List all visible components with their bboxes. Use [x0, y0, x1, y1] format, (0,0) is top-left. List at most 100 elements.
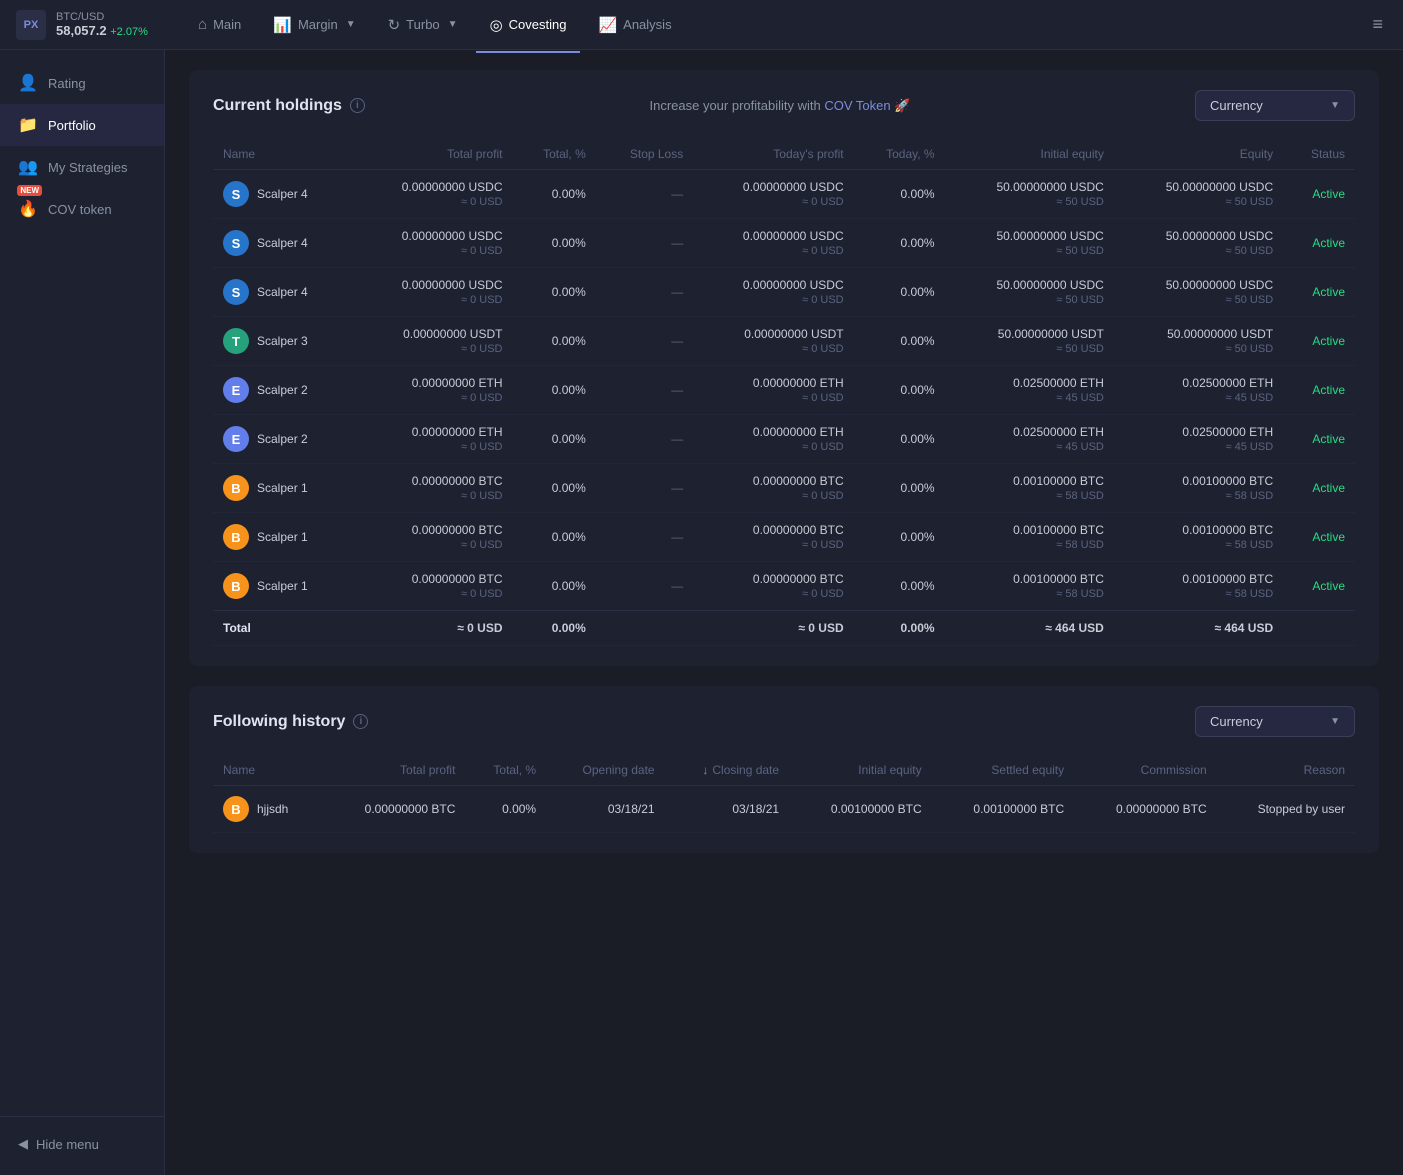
cell-today-profit: 0.00000000 BTC ≈ 0 USD	[693, 464, 853, 513]
col-init-equity: Initial equity	[945, 139, 1114, 170]
cov-token-icon: 🔥NEW	[18, 199, 38, 219]
currency-select-holdings[interactable]: Currency ▼	[1195, 90, 1355, 121]
current-holdings-info-icon[interactable]: i	[350, 98, 365, 113]
nav-item-turbo[interactable]: ↻ Turbo ▼	[374, 10, 472, 40]
strategy-name: Scalper 4	[257, 187, 308, 201]
sidebar-bottom: ◀ Hide menu	[0, 1116, 164, 1163]
coin-icon: T	[223, 328, 249, 354]
hide-menu-button[interactable]: ◀ Hide menu	[0, 1125, 164, 1163]
cell-today-pct: 0.00%	[854, 366, 945, 415]
cell-status: Active	[1283, 170, 1355, 219]
cell-equity: 50.00000000 USDC ≈ 50 USD	[1114, 170, 1283, 219]
nav-right: ≡	[1368, 14, 1387, 35]
cell-name: B Scalper 1	[213, 562, 352, 611]
col-stop-loss: Stop Loss	[596, 139, 693, 170]
cell-total-profit: 0.00000000 BTC ≈ 0 USD	[352, 464, 512, 513]
table-row: B Scalper 1 0.00000000 BTC ≈ 0 USD 0.00%…	[213, 513, 1355, 562]
table-row: E Scalper 2 0.00000000 ETH ≈ 0 USD 0.00%…	[213, 366, 1355, 415]
cell-name: E Scalper 2	[213, 415, 352, 464]
total-stop-loss	[596, 611, 693, 646]
nav-item-covesting[interactable]: ◎ Covesting	[476, 10, 581, 40]
logo-area: PX BTC/USD 58,057.2 +2.07%	[16, 10, 176, 40]
layout: 👤 Rating 📁 Portfolio 👥 My Strategies 🔥NE…	[0, 50, 1403, 1175]
hist-cell-commission: 0.00000000 BTC	[1074, 786, 1217, 833]
cell-status: Active	[1283, 268, 1355, 317]
hist-col-closing-date: ↓Closing date	[665, 755, 789, 786]
current-holdings-thead: Name Total profit Total, % Stop Loss Tod…	[213, 139, 1355, 170]
following-history-header: Following history i Currency ▼	[213, 706, 1355, 737]
strategy-name: Scalper 1	[257, 530, 308, 544]
cell-equity: 50.00000000 USDT ≈ 50 USD	[1114, 317, 1283, 366]
covesting-icon: ◎	[490, 16, 503, 34]
cell-today-profit: 0.00000000 ETH ≈ 0 USD	[693, 415, 853, 464]
cell-init-equity: 50.00000000 USDC ≈ 50 USD	[945, 170, 1114, 219]
col-equity: Equity	[1114, 139, 1283, 170]
btc-info: BTC/USD 58,057.2 +2.07%	[56, 11, 148, 38]
chevron-left-icon: ◀	[18, 1136, 28, 1152]
chevron-down-icon-currency: ▼	[1330, 100, 1340, 111]
following-history-info-icon[interactable]: i	[353, 714, 368, 729]
chevron-down-icon-turbo: ▼	[448, 19, 458, 30]
sidebar-item-portfolio[interactable]: 📁 Portfolio	[0, 104, 164, 146]
cell-total-pct: 0.00%	[512, 317, 595, 366]
hist-col-commission: Commission	[1074, 755, 1217, 786]
coin-icon: S	[223, 279, 249, 305]
nav-label-analysis: Analysis	[623, 17, 671, 32]
current-holdings-tbody: S Scalper 4 0.00000000 USDC ≈ 0 USD 0.00…	[213, 170, 1355, 646]
cell-today-pct: 0.00%	[854, 513, 945, 562]
cell-stop-loss: —	[596, 366, 693, 415]
hist-col-settled-equity: Settled equity	[932, 755, 1075, 786]
cell-name: S Scalper 4	[213, 219, 352, 268]
total-row: Total ≈ 0 USD 0.00% ≈ 0 USD 0.00% ≈ 464 …	[213, 611, 1355, 646]
cell-init-equity: 0.00100000 BTC ≈ 58 USD	[945, 513, 1114, 562]
nav-label-main: Main	[213, 17, 241, 32]
cell-init-equity: 0.00100000 BTC ≈ 58 USD	[945, 562, 1114, 611]
total-profit: ≈ 0 USD	[352, 611, 512, 646]
cell-stop-loss: —	[596, 562, 693, 611]
cov-token-link[interactable]: COV Token	[824, 98, 894, 113]
cell-today-profit: 0.00000000 USDC ≈ 0 USD	[693, 268, 853, 317]
cell-total-profit: 0.00000000 USDT ≈ 0 USD	[352, 317, 512, 366]
coin-icon: S	[223, 181, 249, 207]
cell-name: S Scalper 4	[213, 170, 352, 219]
nav-item-main[interactable]: ⌂ Main	[184, 10, 255, 39]
sidebar-item-rating[interactable]: 👤 Rating	[0, 62, 164, 104]
hamburger-icon[interactable]: ≡	[1368, 10, 1387, 38]
cell-stop-loss: —	[596, 513, 693, 562]
cell-today-profit: 0.00000000 BTC ≈ 0 USD	[693, 562, 853, 611]
currency-select-history[interactable]: Currency ▼	[1195, 706, 1355, 737]
cell-equity: 0.00100000 BTC ≈ 58 USD	[1114, 464, 1283, 513]
cell-init-equity: 0.02500000 ETH ≈ 45 USD	[945, 366, 1114, 415]
main-content: Current holdings i Increase your profita…	[165, 50, 1403, 1175]
turbo-icon: ↻	[388, 16, 401, 34]
btc-price: 58,057.2	[56, 23, 107, 38]
coin-icon: S	[223, 230, 249, 256]
following-history-card: Following history i Currency ▼ Name Tota…	[189, 686, 1379, 853]
cell-status: Active	[1283, 464, 1355, 513]
cell-stop-loss: —	[596, 219, 693, 268]
hist-cell-total-profit: 0.00000000 BTC	[323, 786, 466, 833]
total-today-pct: 0.00%	[854, 611, 945, 646]
cell-today-pct: 0.00%	[854, 170, 945, 219]
nav-item-margin[interactable]: 📊 Margin ▼	[259, 10, 369, 40]
cell-total-pct: 0.00%	[512, 464, 595, 513]
logo-icon[interactable]: PX	[16, 10, 46, 40]
sidebar-item-cov-token[interactable]: 🔥NEW COV token	[0, 188, 164, 230]
portfolio-icon: 📁	[18, 115, 38, 135]
hist-col-name: Name	[213, 755, 323, 786]
cell-equity: 50.00000000 USDC ≈ 50 USD	[1114, 219, 1283, 268]
hist-cell-closing-date: 03/18/21	[665, 786, 789, 833]
cell-total-profit: 0.00000000 BTC ≈ 0 USD	[352, 513, 512, 562]
table-row: B Scalper 1 0.00000000 BTC ≈ 0 USD 0.00%…	[213, 562, 1355, 611]
cell-name: E Scalper 2	[213, 366, 352, 415]
cell-status: Active	[1283, 366, 1355, 415]
cell-today-pct: 0.00%	[854, 415, 945, 464]
current-holdings-header: Current holdings i Increase your profita…	[213, 90, 1355, 121]
cell-name: S Scalper 4	[213, 268, 352, 317]
hist-cell-settled-equity: 0.00100000 BTC	[932, 786, 1075, 833]
my-strategies-icon: 👥	[18, 157, 38, 177]
nav-item-analysis[interactable]: 📈 Analysis	[584, 10, 685, 40]
sidebar-item-my-strategies[interactable]: 👥 My Strategies	[0, 146, 164, 188]
cell-name: T Scalper 3	[213, 317, 352, 366]
cell-today-pct: 0.00%	[854, 219, 945, 268]
